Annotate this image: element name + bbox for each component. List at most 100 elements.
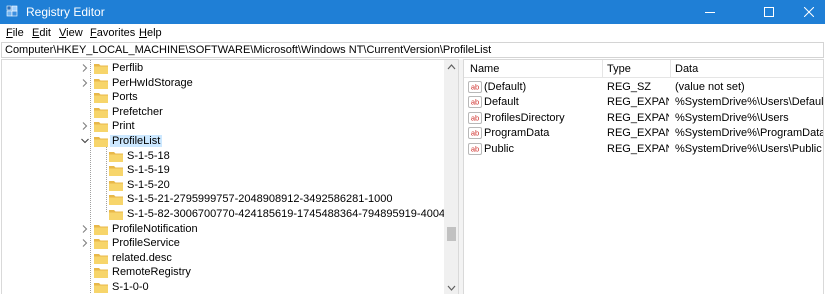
tree-item[interactable]: S-1-5-82-3006700770-424185619-1745488364… <box>2 207 458 222</box>
column-header-name[interactable]: Name <box>470 63 499 75</box>
chevron-right-icon[interactable] <box>80 63 90 73</box>
folder-icon <box>94 93 108 104</box>
string-value-icon: ab <box>468 142 482 155</box>
window-title: Registry Editor <box>26 5 105 19</box>
address-path[interactable]: Computer\HKEY_LOCAL_MACHINE\SOFTWARE\Mic… <box>5 44 491 56</box>
tree-item-label[interactable]: S-1-5-21-2795999757-2048908912-349258628… <box>125 193 394 205</box>
cell-type: REG_EXPAN... <box>607 111 669 124</box>
tree-item[interactable]: ProfileList <box>2 134 442 149</box>
cell-name: ProgramData <box>484 127 550 140</box>
list-row[interactable]: ab ProfilesDirectory REG_EXPAN... %SystemDr… <box>464 111 823 126</box>
list-row[interactable]: ab Default REG_EXPAN... %SystemDrive%\Users… <box>464 95 823 110</box>
tree-item-label[interactable]: Ports <box>110 91 140 103</box>
tree-item[interactable]: S-1-5-19 <box>2 163 442 178</box>
chevron-right-icon[interactable] <box>80 121 90 131</box>
tree-item[interactable]: ProfileService <box>2 236 442 251</box>
tree-item-label[interactable]: PerHwIdStorage <box>110 77 195 89</box>
list-row[interactable]: ab (Default) REG_SZ (value not set) <box>464 80 823 95</box>
menu-view[interactable]: View <box>59 27 83 39</box>
address-bar[interactable]: Computer\HKEY_LOCAL_MACHINE\SOFTWARE\Mic… <box>1 42 824 58</box>
folder-icon <box>109 210 123 220</box>
folder-icon <box>109 166 123 177</box>
folder-icon <box>94 283 108 293</box>
tree-item-label[interactable]: S-1-0-0 <box>110 281 151 293</box>
tree-pane[interactable]: Perflib PerHwIdStorage Ports Prefetcher Prin… <box>1 59 459 294</box>
tree-scrollbar[interactable] <box>444 60 458 294</box>
chevron-down-icon[interactable] <box>80 136 90 146</box>
tree-item-label[interactable]: S-1-5-19 <box>125 164 172 176</box>
minimize-button[interactable] <box>687 0 733 24</box>
cell-data: (value not set) <box>675 81 745 93</box>
folder-icon <box>109 151 123 162</box>
svg-text:ab: ab <box>471 83 479 92</box>
cell-name: Default <box>484 96 519 109</box>
cell-name: (Default) <box>484 81 527 93</box>
values-pane[interactable]: Name Type Data ab (Default) REG_SZ (value n… <box>463 59 824 294</box>
cell-name: Public <box>484 142 514 155</box>
menu-favorites[interactable]: Favorites <box>90 27 135 39</box>
menu-bar: File Edit View Favorites Help <box>0 24 825 42</box>
tree-item-label[interactable]: Print <box>110 120 137 132</box>
tree-item-label[interactable]: Perflib <box>110 62 145 74</box>
tree-item[interactable]: ProfileNotification <box>2 222 442 237</box>
tree-item[interactable]: related.desc <box>2 251 442 266</box>
tree-item-label[interactable]: ProfileService <box>110 237 182 249</box>
tree-item[interactable]: Perflib <box>2 61 442 76</box>
folder-icon <box>94 78 108 89</box>
scroll-up-icon[interactable] <box>447 63 456 71</box>
title-bar: Registry Editor <box>0 0 825 24</box>
folder-icon <box>94 107 108 118</box>
svg-text:ab: ab <box>471 129 479 138</box>
maximize-button[interactable] <box>746 0 792 24</box>
list-row[interactable]: ab ProgramData REG_EXPAN... %SystemDrive%\P… <box>464 126 824 141</box>
folder-icon <box>109 180 123 191</box>
column-divider[interactable] <box>670 60 671 78</box>
close-button[interactable] <box>793 0 825 24</box>
tree-item-label[interactable]: S-1-5-18 <box>125 150 172 162</box>
menu-edit[interactable]: Edit <box>32 27 51 39</box>
cell-type: REG_EXPAN... <box>607 127 669 140</box>
column-divider[interactable] <box>602 60 603 78</box>
tree-scrollbar-thumb[interactable] <box>447 227 456 241</box>
string-value-icon: ab <box>468 96 482 109</box>
chevron-right-icon[interactable] <box>80 238 90 248</box>
tree-item-label[interactable]: ProfileNotification <box>110 223 200 235</box>
cell-data: %SystemDrive%\ProgramData <box>675 127 824 140</box>
chevron-right-icon[interactable] <box>80 224 90 234</box>
cell-data: %SystemDrive%\Users\Public <box>675 142 822 155</box>
menu-help[interactable]: Help <box>139 27 162 39</box>
folder-icon <box>109 195 123 206</box>
cell-type: REG_SZ <box>607 81 652 93</box>
tree-item[interactable]: S-1-5-20 <box>2 178 442 193</box>
tree-item[interactable]: Print <box>2 119 442 134</box>
registry-icon <box>6 5 18 17</box>
cell-type: REG_EXPAN... <box>607 142 669 155</box>
tree-item[interactable]: Ports <box>2 90 442 105</box>
chevron-right-icon[interactable] <box>80 78 90 88</box>
folder-icon <box>94 122 108 133</box>
tree-item[interactable]: S-1-0-0 <box>2 280 442 294</box>
tree-item[interactable]: Prefetcher <box>2 105 442 120</box>
tree-item-label[interactable]: related.desc <box>110 252 174 264</box>
tree-item[interactable]: S-1-5-18 <box>2 149 442 164</box>
svg-text:ab: ab <box>471 113 479 122</box>
tree-item-label[interactable]: ProfileList <box>110 135 163 147</box>
maximize-icon <box>764 7 774 17</box>
menu-file[interactable]: File <box>6 27 24 39</box>
svg-text:ab: ab <box>471 98 479 107</box>
column-header-data[interactable]: Data <box>675 63 698 75</box>
scroll-down-icon[interactable] <box>447 284 456 292</box>
tree-item-label[interactable]: S-1-5-20 <box>125 179 172 191</box>
tree-item[interactable]: PerHwIdStorage <box>2 76 442 91</box>
list-header: Name Type Data <box>464 60 823 78</box>
column-header-type[interactable]: Type <box>607 63 631 75</box>
cell-data: %SystemDrive%\Users <box>675 111 789 124</box>
tree-item-label[interactable]: S-1-5-82-3006700770-424185619-1745488364… <box>125 208 458 220</box>
folder-icon <box>94 224 108 235</box>
svg-text:ab: ab <box>471 144 479 153</box>
tree-item[interactable]: RemoteRegistry <box>2 265 442 280</box>
list-row[interactable]: ab Public REG_EXPAN... %SystemDrive%\Users\… <box>464 142 823 157</box>
tree-item-label[interactable]: Prefetcher <box>110 106 165 118</box>
tree-item-label[interactable]: RemoteRegistry <box>110 266 193 278</box>
tree-item[interactable]: S-1-5-21-2795999757-2048908912-349258628… <box>2 192 442 207</box>
